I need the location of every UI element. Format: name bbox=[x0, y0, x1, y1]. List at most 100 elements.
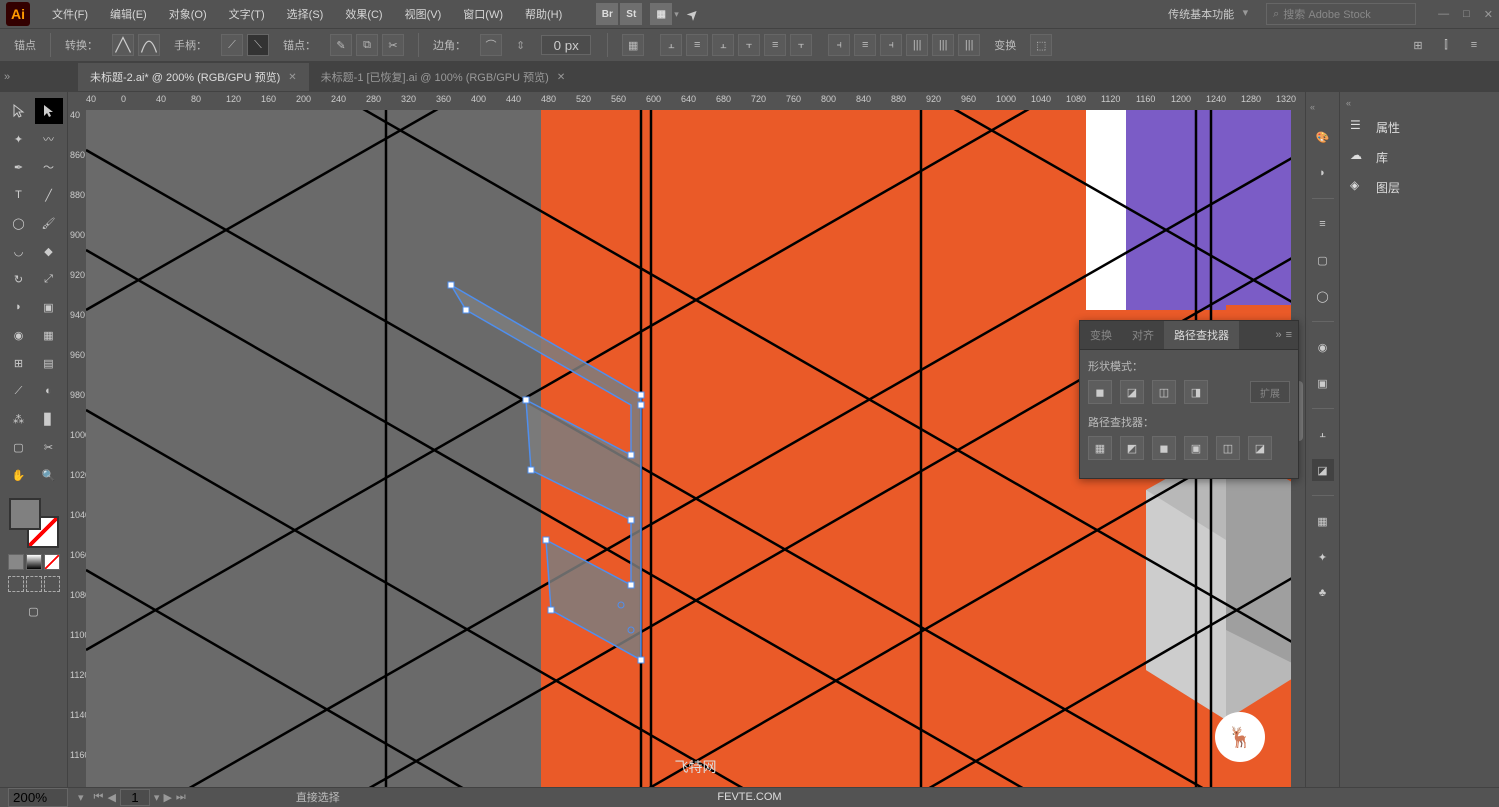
transparency-panel-icon[interactable]: ◯ bbox=[1312, 285, 1334, 307]
menu-view[interactable]: 视图(V) bbox=[395, 2, 452, 26]
color-mode-gradient[interactable] bbox=[26, 554, 42, 570]
menu-help[interactable]: 帮助(H) bbox=[515, 2, 572, 26]
pf-unite-icon[interactable]: ◼ bbox=[1088, 380, 1112, 404]
perspective-tool[interactable]: ▦ bbox=[35, 322, 63, 348]
handle-hide-icon[interactable]: ⟍ bbox=[247, 34, 269, 56]
pf-collapse-icon[interactable]: » bbox=[1275, 329, 1281, 341]
corner-link-icon[interactable]: ⌒ bbox=[480, 34, 502, 56]
brushes-panel-icon[interactable]: ✦ bbox=[1312, 546, 1334, 568]
convert-corner-icon[interactable] bbox=[112, 34, 134, 56]
shaper-tool[interactable]: ◡ bbox=[5, 238, 33, 264]
dist-vcenter-icon[interactable]: ≡ bbox=[854, 34, 876, 56]
color-guide-icon[interactable]: ◗ bbox=[1312, 162, 1334, 184]
zoom-dropdown-icon[interactable]: ▾ bbox=[78, 791, 84, 804]
tabs-expand-icon[interactable]: » bbox=[0, 71, 14, 83]
pf-tab-transform[interactable]: 变换 bbox=[1080, 321, 1122, 349]
opt-more1-icon[interactable]: ⊞ bbox=[1407, 34, 1429, 56]
stroke-panel-icon[interactable]: ≡ bbox=[1312, 213, 1334, 235]
bridge-icon[interactable]: Br bbox=[596, 3, 618, 25]
pathfinder-panel[interactable]: 变换 对齐 路径查找器 » ≡ 形状模式： ◼ ◪ ◫ ◨ 扩展 路径查找器： … bbox=[1079, 320, 1299, 479]
tab-active[interactable]: 未标题-2.ai* @ 200% (RGB/GPU 预览) ✕ bbox=[78, 63, 309, 91]
magic-wand-tool[interactable]: ✦ bbox=[5, 126, 33, 152]
pf-trim-icon[interactable]: ◩ bbox=[1120, 436, 1144, 460]
gradient-tool[interactable]: ▤ bbox=[35, 350, 63, 376]
artboard-number-input[interactable] bbox=[120, 789, 150, 806]
draw-behind[interactable] bbox=[26, 576, 42, 592]
arrange-icon[interactable]: ▦ bbox=[650, 3, 672, 25]
pf-crop-icon[interactable]: ▣ bbox=[1184, 436, 1208, 460]
lasso-tool[interactable]: 〰 bbox=[35, 126, 63, 152]
panel-properties[interactable]: ☰ 属性 bbox=[1346, 112, 1493, 142]
close-icon[interactable]: ✕ bbox=[1484, 8, 1493, 21]
pathfinder-panel-icon[interactable]: ◪ bbox=[1312, 459, 1334, 481]
pf-outline-icon[interactable]: ◫ bbox=[1216, 436, 1240, 460]
gradient-panel-icon[interactable]: ▢ bbox=[1312, 249, 1334, 271]
ruler-vertical[interactable]: 4086088090092094096098010001020104010601… bbox=[68, 110, 86, 787]
graph-tool[interactable]: ▊ bbox=[35, 406, 63, 432]
align-left-icon[interactable]: ⫠ bbox=[660, 34, 682, 56]
color-mode-none[interactable] bbox=[44, 554, 60, 570]
pf-exclude-icon[interactable]: ◨ bbox=[1184, 380, 1208, 404]
align-vcenter-icon[interactable]: ≡ bbox=[764, 34, 786, 56]
pf-minus-front-icon[interactable]: ◪ bbox=[1120, 380, 1144, 404]
ellipse-tool[interactable]: ◯ bbox=[5, 210, 33, 236]
publish-icon[interactable]: ➤ bbox=[683, 4, 703, 24]
dock-collapse-icon[interactable]: « bbox=[1310, 102, 1315, 112]
pf-expand-button[interactable]: 扩展 bbox=[1250, 381, 1290, 403]
menu-window[interactable]: 窗口(W) bbox=[453, 2, 513, 26]
panel-library[interactable]: ☁ 库 bbox=[1346, 142, 1493, 172]
fill-stroke-swatch[interactable] bbox=[9, 498, 59, 548]
panels-collapse-icon[interactable]: « bbox=[1346, 98, 1493, 108]
align-right-icon[interactable]: ⫠ bbox=[712, 34, 734, 56]
mesh-tool[interactable]: ⊞ bbox=[5, 350, 33, 376]
draw-normal[interactable] bbox=[8, 576, 24, 592]
line-tool[interactable]: ╱ bbox=[35, 182, 63, 208]
prev-artboard-icon[interactable]: ◀ bbox=[107, 791, 115, 804]
scale-tool[interactable]: ⤢ bbox=[35, 266, 63, 292]
artboard-tool[interactable]: ▢ bbox=[5, 434, 33, 460]
last-artboard-icon[interactable]: ⏭ bbox=[176, 791, 186, 804]
tab-inactive[interactable]: 未标题-1 [已恢复].ai @ 100% (RGB/GPU 预览) ✕ bbox=[309, 63, 578, 91]
dist-left-icon[interactable]: ||| bbox=[906, 34, 928, 56]
slice-tool[interactable]: ✂ bbox=[35, 434, 63, 460]
zoom-input[interactable] bbox=[8, 788, 68, 807]
tab-close-icon[interactable]: ✕ bbox=[557, 72, 565, 83]
pf-tab-align[interactable]: 对齐 bbox=[1122, 321, 1164, 349]
align-pixel-icon[interactable]: ▦ bbox=[622, 34, 644, 56]
corner-stepper-icon[interactable]: ⇕ bbox=[516, 39, 525, 52]
pf-divide-icon[interactable]: ▦ bbox=[1088, 436, 1112, 460]
artboard-dropdown-icon[interactable]: ▾ bbox=[154, 791, 160, 804]
corner-value-input[interactable] bbox=[541, 35, 591, 55]
menu-file[interactable]: 文件(F) bbox=[42, 2, 98, 26]
panel-layers[interactable]: ◈ 图层 bbox=[1346, 172, 1493, 202]
fill-swatch[interactable] bbox=[9, 498, 41, 530]
handle-show-icon[interactable]: ⟋ bbox=[221, 34, 243, 56]
menu-object[interactable]: 对象(O) bbox=[159, 2, 217, 26]
maximize-icon[interactable]: □ bbox=[1463, 8, 1470, 21]
pen-tool[interactable]: ✒ bbox=[5, 154, 33, 180]
width-tool[interactable]: ◗ bbox=[5, 294, 33, 320]
pf-merge-icon[interactable]: ◼ bbox=[1152, 436, 1176, 460]
pf-intersect-icon[interactable]: ◫ bbox=[1152, 380, 1176, 404]
ruler-horizontal[interactable]: 4004080120160200240280320360400440480520… bbox=[68, 92, 1305, 110]
dist-hcenter-icon[interactable]: ||| bbox=[932, 34, 954, 56]
eyedropper-tool[interactable]: ⟋ bbox=[5, 378, 33, 404]
convert-smooth-icon[interactable] bbox=[138, 34, 160, 56]
align-top-icon[interactable]: ⫟ bbox=[738, 34, 760, 56]
anchor-remove-icon[interactable]: ✎ bbox=[330, 34, 352, 56]
eraser-tool[interactable]: ◆ bbox=[35, 238, 63, 264]
menu-type[interactable]: 文字(T) bbox=[219, 2, 275, 26]
minimize-icon[interactable]: — bbox=[1438, 8, 1449, 21]
workspace-select[interactable]: 传统基本功能 bbox=[1162, 4, 1254, 24]
free-transform-tool[interactable]: ▣ bbox=[35, 294, 63, 320]
arrange-dropdown-icon[interactable]: ▾ bbox=[674, 9, 679, 20]
blend-tool[interactable]: ◐ bbox=[35, 378, 63, 404]
opt-more2-icon[interactable]: ⫿ bbox=[1435, 34, 1457, 56]
dist-right-icon[interactable]: ||| bbox=[958, 34, 980, 56]
curvature-tool[interactable]: 〜 bbox=[35, 154, 63, 180]
selection-tool[interactable] bbox=[5, 98, 33, 124]
color-panel-icon[interactable]: 🎨 bbox=[1312, 126, 1334, 148]
appearance-panel-icon[interactable]: ◉ bbox=[1312, 336, 1334, 358]
anchor-join-icon[interactable]: ⧉ bbox=[356, 34, 378, 56]
dist-top-icon[interactable]: ⫞ bbox=[828, 34, 850, 56]
